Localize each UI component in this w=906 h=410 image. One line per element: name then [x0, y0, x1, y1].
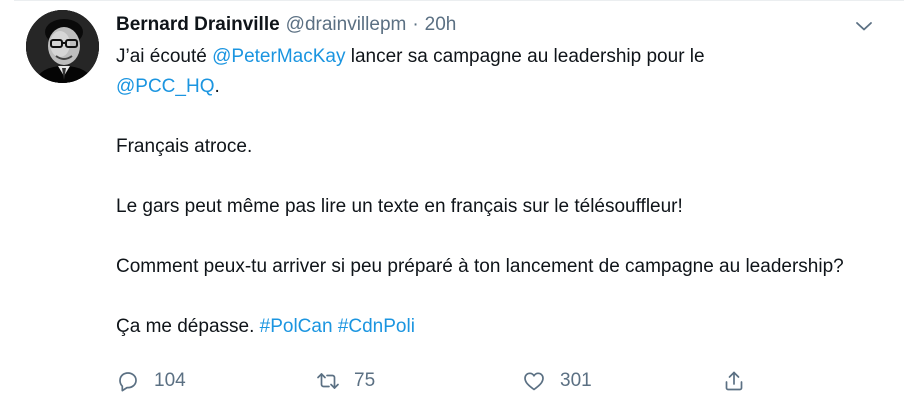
tweet-text: J’ai écouté @PeterMacKay lancer sa campa…	[116, 42, 886, 342]
separator-dot: ·	[412, 14, 419, 35]
text-segment: Ça me dépasse.	[116, 316, 260, 337]
author-handle[interactable]: @drainvillepm	[286, 11, 407, 39]
reply-count: 104	[154, 370, 186, 391]
tweet-paragraph: J’ai écouté @PeterMacKay lancer sa campa…	[116, 42, 886, 102]
author-name[interactable]: Bernard Drainville	[116, 11, 280, 39]
tweet-paragraph: Français atroce.	[116, 136, 253, 157]
tweet-header: Bernard Drainville @drainvillepm · 20h	[116, 11, 456, 39]
like-count: 301	[560, 370, 592, 391]
more-options-button[interactable]	[852, 14, 876, 38]
hashtag-link[interactable]: #PolCan	[260, 316, 333, 337]
heart-icon	[524, 372, 544, 391]
reply-icon	[119, 372, 137, 392]
mention-link[interactable]: @PeterMacKay	[212, 46, 345, 67]
reply-button[interactable]: 104	[116, 367, 186, 395]
retweet-count: 75	[354, 370, 376, 391]
retweet-button[interactable]: 75	[316, 367, 375, 395]
text-segment: lancer sa campagne au leadership pour le	[345, 46, 705, 67]
tweet-paragraph: Comment peux-tu arriver si peu préparé à…	[116, 256, 844, 277]
avatar[interactable]	[26, 10, 99, 83]
text-segment: J’ai écouté	[116, 46, 213, 67]
tweet-paragraph: Ça me dépasse. #PolCan #CdnPoli	[116, 312, 886, 342]
timestamp[interactable]: 20h	[425, 11, 457, 39]
hashtag-link[interactable]: #CdnPoli	[338, 316, 415, 337]
avatar-photo	[26, 10, 99, 83]
text-segment: .	[214, 76, 220, 97]
share-button[interactable]	[722, 367, 746, 395]
tweet-actions: 104 75 301	[116, 367, 776, 395]
divider	[14, 0, 904, 1]
mention-link[interactable]: @PCC_HQ	[116, 76, 214, 97]
tweet-paragraph: Le gars peut même pas lire un texte en f…	[116, 196, 683, 217]
tweet-card[interactable]: Bernard Drainville @drainvillepm · 20h J…	[0, 0, 906, 410]
retweet-icon	[317, 373, 339, 389]
chevron-down-icon	[856, 22, 872, 31]
like-button[interactable]: 301	[522, 367, 592, 395]
share-icon	[725, 371, 743, 391]
